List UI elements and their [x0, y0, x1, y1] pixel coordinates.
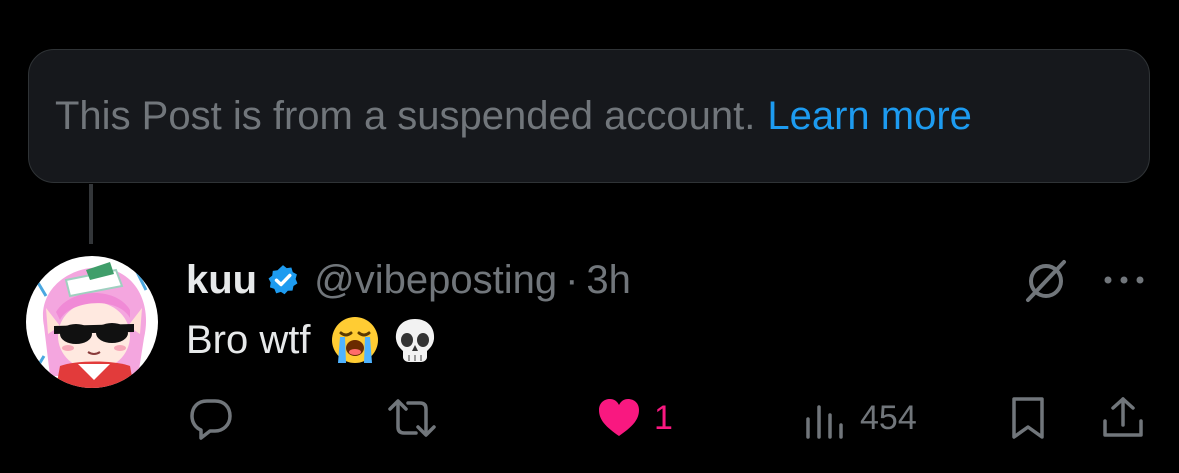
post-timestamp[interactable]: 3h: [586, 258, 631, 303]
more-options-button[interactable]: [1100, 256, 1148, 304]
learn-more-link[interactable]: Learn more: [767, 94, 972, 139]
user-handle[interactable]: @vibeposting: [314, 258, 557, 303]
views-icon: [806, 405, 843, 439]
post-text-content: Bro wtf: [186, 317, 311, 362]
grok-icon: [1026, 260, 1066, 302]
post-header: kuu @vibeposting · 3h: [186, 254, 631, 306]
views-button[interactable]: 454: [802, 392, 917, 444]
bookmark-button[interactable]: [1008, 392, 1048, 444]
avatar[interactable]: [26, 256, 158, 388]
views-count: 454: [860, 398, 917, 437]
share-icon: [1103, 397, 1143, 437]
reply-button[interactable]: [188, 392, 234, 444]
post-text: Bro wtf: [186, 312, 440, 368]
verified-badge-icon: [266, 263, 300, 297]
skull-emoji-icon: [390, 315, 440, 365]
grok-button[interactable]: [1022, 256, 1070, 304]
like-button[interactable]: 1: [596, 392, 673, 444]
more-icon: [1104, 276, 1144, 284]
repost-button[interactable]: [386, 392, 438, 444]
share-button[interactable]: [1100, 392, 1146, 444]
bookmark-icon: [1012, 397, 1044, 439]
heart-icon: [599, 399, 639, 436]
thread-connector-line: [89, 184, 93, 244]
meta-separator: ·: [565, 257, 579, 302]
loudly-crying-face-emoji-icon: [330, 315, 380, 365]
suspended-notice-text: This Post is from a suspended account.: [55, 93, 756, 138]
suspended-notice-card: This Post is from a suspended account. L…: [28, 49, 1150, 183]
like-count: 1: [654, 398, 673, 437]
reply-icon: [190, 399, 232, 440]
display-name[interactable]: kuu: [186, 258, 257, 303]
repost-icon: [388, 399, 436, 437]
